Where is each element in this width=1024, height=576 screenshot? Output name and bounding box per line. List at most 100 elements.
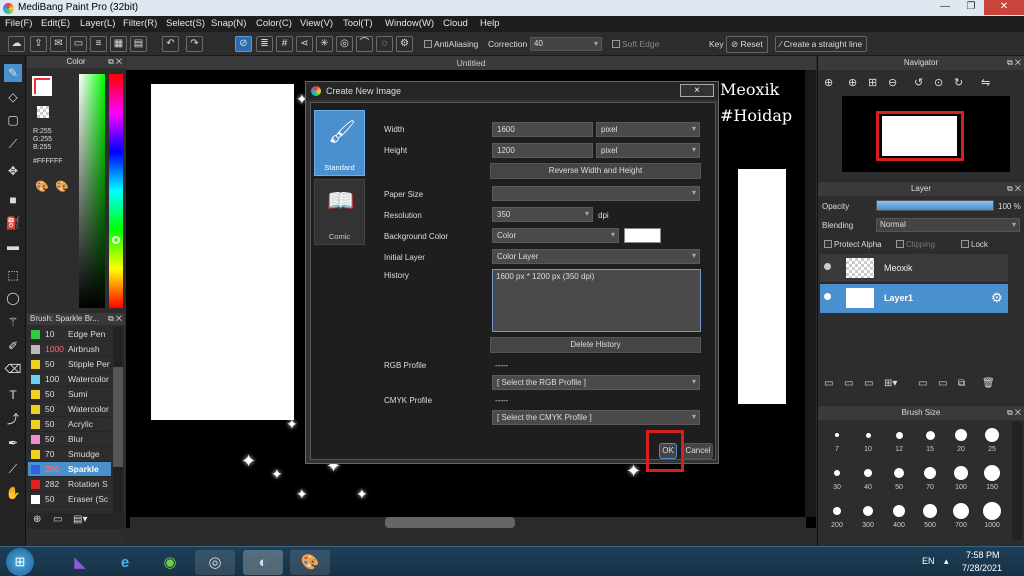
brush-size-option[interactable]: 20 (946, 422, 976, 458)
resolution-dropdown[interactable]: 350 (492, 207, 593, 222)
rotate-left-icon[interactable]: ↺ (914, 76, 923, 89)
layer-row-layer1[interactable]: Layer1 ⚙ (820, 284, 1008, 313)
delete-history-button[interactable]: Delete History (490, 337, 701, 353)
menu-edit[interactable]: Edit(E) (41, 18, 70, 29)
brush-menu-icon[interactable]: ▤▾ (73, 514, 87, 525)
brush-size-option[interactable]: 40 (853, 460, 883, 496)
menu-tool[interactable]: Tool(T) (343, 18, 373, 29)
menu-layer[interactable]: Layer(L) (80, 18, 115, 29)
paper-size-dropdown[interactable] (492, 186, 700, 201)
panel-options-icon[interactable]: ⧉ ✕ (1007, 56, 1021, 70)
navigator-preview[interactable] (842, 96, 1010, 172)
reverse-width-height-button[interactable]: Reverse Width and Height (490, 163, 701, 179)
brush-page-icon[interactable]: ▭ (53, 514, 62, 525)
panel-options-icon[interactable]: ⧉ ✕ (108, 56, 122, 68)
comment-icon[interactable]: ✉ (50, 36, 67, 52)
new-halftone-layer-icon[interactable]: ▭ (864, 378, 873, 389)
antialiasing-checkbox[interactable]: AntiAliasing (424, 39, 478, 49)
language-indicator[interactable]: EN (922, 556, 935, 566)
select-eraser-tool-icon[interactable]: ⌫ (4, 360, 22, 378)
width-unit-dropdown[interactable]: pixel (596, 122, 700, 137)
cross-snap-icon[interactable]: # (276, 36, 293, 52)
menu-window[interactable]: Window(W) (385, 18, 434, 29)
layer-visibility-icon[interactable] (824, 263, 831, 270)
new-color-layer-icon[interactable]: ▭ (844, 378, 853, 389)
brush-item[interactable]: 50 Sumi (28, 387, 111, 402)
brush-list-scrollbar[interactable] (113, 327, 123, 517)
brush-item[interactable]: 50 Watercolor (28, 402, 111, 417)
brush-item[interactable]: 50 Stipple Pen (28, 357, 111, 372)
history-item[interactable]: 1600 px * 1200 px (350 dpi) (496, 272, 594, 281)
zoom-fit-icon[interactable]: ⊕ (824, 76, 833, 89)
brush-size-option[interactable]: 1000 (977, 498, 1007, 534)
brush-size-option[interactable]: 400 (884, 498, 914, 534)
brush-size-option[interactable]: 150 (977, 460, 1007, 496)
magic-wand-tool-icon[interactable]: ⚚ (4, 313, 22, 331)
duplicate-layer-icon[interactable]: ▭ (918, 378, 927, 389)
brush-item[interactable]: 282 Rotation S (28, 477, 111, 492)
clipping-checkbox[interactable]: Clipping (896, 240, 935, 249)
brush-size-option[interactable]: 70 (915, 460, 945, 496)
brush-size-option[interactable]: 30 (822, 460, 852, 496)
opacity-slider[interactable] (876, 200, 994, 211)
text-tool-icon[interactable]: T (4, 386, 22, 404)
tab-standard[interactable]: 🖌 Standard (314, 110, 365, 176)
new-layer-icon[interactable]: ▭ (824, 378, 833, 389)
brush-item[interactable]: 1000 Airbrush (28, 342, 111, 357)
zoom-in-icon[interactable]: ⊕ (848, 76, 857, 89)
close-window-button[interactable]: ✕ (984, 0, 1024, 15)
materials-icon[interactable]: ▤ (130, 36, 147, 52)
reset-button[interactable]: ⊘ Reset (726, 36, 768, 53)
menu-cloud[interactable]: Cloud (443, 18, 468, 29)
background-color-dropdown[interactable]: Color (492, 228, 619, 243)
menu-select[interactable]: Select(S) (166, 18, 205, 29)
medibang-taskbar-icon[interactable]: ◐ (243, 550, 283, 575)
transparent-color-swatch[interactable] (37, 106, 49, 118)
panel-options-icon[interactable]: ⧉ ✕ (108, 313, 122, 325)
undo-icon[interactable]: ↶ (162, 36, 179, 52)
cmyk-profile-dropdown[interactable]: [ Select the CMYK Profile ] (492, 410, 700, 425)
brush-size-option[interactable]: 500 (915, 498, 945, 534)
hand-tool-icon[interactable]: ✋ (4, 484, 22, 502)
menu-view[interactable]: View(V) (300, 18, 333, 29)
tray-expand-icon[interactable]: ▴ (944, 556, 949, 567)
share-icon[interactable]: ⇪ (30, 36, 47, 52)
rotate-reset-icon[interactable]: ⊙ (934, 76, 943, 89)
tab-comic[interactable]: 📖 Comic (314, 179, 365, 245)
layer-row-meoxik[interactable]: Meoxik (820, 254, 1008, 283)
start-button[interactable]: ⊞ (6, 548, 34, 576)
brush-size-option[interactable]: 300 (853, 498, 883, 534)
brush-size-option[interactable]: 15 (915, 422, 945, 458)
straight-line-button[interactable]: ⁄ Create a straight line (775, 36, 868, 52)
new-page-icon[interactable]: ▭ (70, 36, 87, 52)
canvas-vertical-scrollbar[interactable] (805, 70, 816, 517)
lock-checkbox[interactable]: Lock (961, 240, 988, 249)
saturation-value-picker[interactable] (79, 74, 105, 308)
brush-item[interactable]: 10 Edge Pen (28, 327, 111, 342)
divide-tool-icon[interactable]: ⟋ (4, 460, 22, 478)
fill-rect-tool-icon[interactable]: ■ (4, 191, 22, 209)
ellipse-snap-icon[interactable]: ◌ (376, 36, 393, 52)
rgb-profile-dropdown[interactable]: [ Select the RGB Profile ] (492, 375, 700, 390)
page-grid-icon[interactable]: ▦ (110, 36, 127, 52)
height-input[interactable]: 1200 (492, 143, 593, 158)
hue-slider-handle[interactable] (112, 236, 120, 244)
merge-layer-icon[interactable]: ⧉ (958, 378, 965, 389)
color-wheel-icon[interactable]: 🎨 (35, 180, 49, 193)
move-tool-icon[interactable]: ✥ (4, 162, 22, 180)
curve-snap-icon[interactable]: ⌒ (356, 36, 373, 52)
width-input[interactable]: 1600 (492, 122, 593, 137)
parallel-snap-icon[interactable]: ≣ (256, 36, 273, 52)
coccoc-browser-icon[interactable]: ◉ (150, 550, 190, 575)
background-color-swatch[interactable] (624, 228, 661, 243)
eyedropper-tool-icon[interactable]: ✒ (4, 434, 22, 452)
canvas-tab[interactable]: Untitled (126, 56, 816, 70)
protect-alpha-checkbox[interactable]: Protect Alpha (824, 240, 882, 249)
correction-dropdown[interactable]: 40 (530, 37, 602, 51)
brush-item[interactable]: 100 Watercolor (28, 372, 111, 387)
brush-tool-icon[interactable]: ✎ (4, 64, 22, 82)
flip-icon[interactable]: ⇋ (981, 76, 990, 89)
maximize-button[interactable]: ❐ (958, 0, 984, 15)
zoom-actual-icon[interactable]: ⊞ (868, 76, 877, 89)
delete-layer-icon[interactable]: 🗑 (982, 378, 995, 389)
